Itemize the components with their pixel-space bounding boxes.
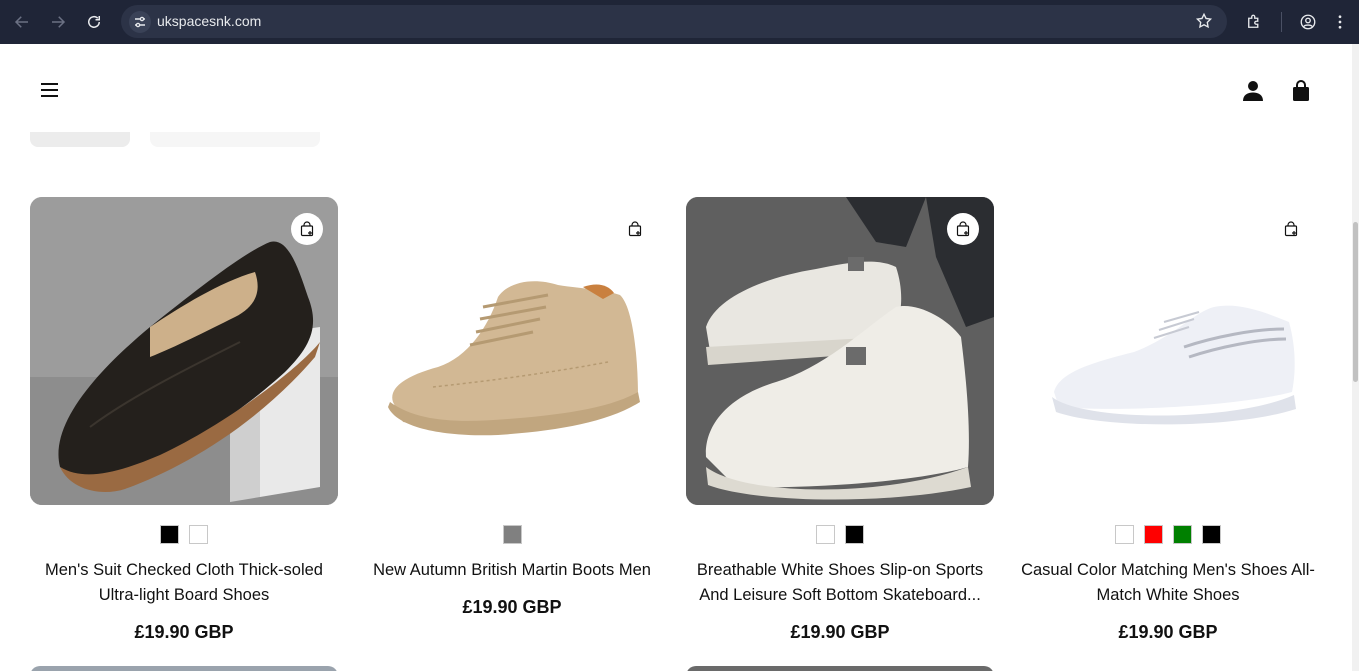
reload-button[interactable] <box>82 10 106 34</box>
kebab-menu-icon <box>1338 15 1342 29</box>
arrow-left-icon <box>14 16 28 28</box>
color-swatches <box>1014 525 1322 544</box>
product-card[interactable]: Breathable White Shoes Slip-on Sports An… <box>686 197 994 643</box>
swatch-black[interactable] <box>160 525 179 544</box>
product-image[interactable] <box>358 197 666 505</box>
product-image[interactable] <box>1014 197 1322 505</box>
product-title[interactable]: Breathable White Shoes Slip-on Sports An… <box>686 558 994 608</box>
bookmark-star-icon[interactable] <box>1195 12 1213 35</box>
product-image[interactable] <box>30 197 338 505</box>
scrollbar-thumb[interactable] <box>1353 222 1358 382</box>
beige-boot-image <box>388 281 640 436</box>
product-title[interactable]: Men's Suit Checked Cloth Thick-soled Ult… <box>30 558 338 608</box>
arrow-right-icon <box>52 16 66 28</box>
hamburger-line <box>41 89 58 91</box>
swatch-red[interactable] <box>1144 525 1163 544</box>
product-price: £19.90 GBP <box>134 622 234 642</box>
swatch-white[interactable] <box>189 525 208 544</box>
hamburger-icon <box>41 83 58 85</box>
puzzle-icon <box>1248 14 1259 28</box>
url-text[interactable]: ukspacesnk.com <box>157 13 261 29</box>
swatch-gray[interactable] <box>502 525 522 544</box>
bag-plus-icon <box>956 221 970 237</box>
color-swatches <box>30 525 338 544</box>
chrome-menu-button[interactable] <box>1328 10 1352 34</box>
product-card[interactable]: Men's Suit Checked Cloth Thick-soled Ult… <box>30 197 338 643</box>
product-image-next[interactable] <box>686 666 994 671</box>
quick-add-button[interactable] <box>619 213 651 245</box>
hamburger-menu-button[interactable] <box>38 80 62 102</box>
product-card[interactable]: Casual Color Matching Men's Shoes All-Ma… <box>1014 197 1322 643</box>
reload-icon <box>88 15 100 28</box>
cart-button[interactable] <box>1288 78 1314 104</box>
color-swatches <box>358 525 666 544</box>
black-sneaker-image <box>30 197 338 505</box>
swatch-white[interactable] <box>816 525 835 544</box>
store-page: Men's Suit Checked Cloth Thick-soled Ult… <box>0 44 1352 671</box>
sort-button[interactable] <box>150 132 320 147</box>
quick-add-button[interactable] <box>947 213 979 245</box>
user-icon <box>1243 81 1263 101</box>
forward-button[interactable] <box>46 10 70 34</box>
product-card[interactable]: New Autumn British Martin Boots Men £19.… <box>358 197 666 618</box>
swatch-black[interactable] <box>845 525 864 544</box>
profile-button[interactable] <box>1296 10 1320 34</box>
address-bar[interactable]: ukspacesnk.com <box>121 5 1227 38</box>
quick-add-button[interactable] <box>1275 213 1307 245</box>
swatch-white[interactable] <box>1115 525 1134 544</box>
hamburger-line <box>41 95 58 97</box>
back-button[interactable] <box>10 10 34 34</box>
toolbar-divider <box>1281 12 1282 32</box>
product-image[interactable] <box>686 197 994 505</box>
filter-button[interactable] <box>30 132 130 147</box>
product-image-next[interactable] <box>30 666 338 671</box>
product-price: £19.90 GBP <box>1118 622 1218 642</box>
product-title[interactable]: Casual Color Matching Men's Shoes All-Ma… <box>1014 558 1322 608</box>
color-swatches <box>686 525 994 544</box>
product-price: £19.90 GBP <box>462 597 562 617</box>
page-scrollbar[interactable] <box>1352 44 1359 671</box>
extensions-button[interactable] <box>1242 10 1266 34</box>
swatch-black[interactable] <box>1202 525 1221 544</box>
quick-add-button[interactable] <box>291 213 323 245</box>
bag-plus-icon <box>300 221 314 237</box>
site-info-icon[interactable] <box>129 11 151 33</box>
product-title[interactable]: New Autumn British Martin Boots Men <box>358 558 666 583</box>
swatch-green[interactable] <box>1173 525 1192 544</box>
shopping-bag-icon <box>1293 80 1309 101</box>
profile-icon <box>1300 14 1316 30</box>
account-button[interactable] <box>1240 78 1266 104</box>
browser-toolbar: ukspacesnk.com <box>0 0 1359 44</box>
white-sneakers-on-feet-image <box>686 197 994 505</box>
bag-plus-icon <box>1284 221 1298 237</box>
bag-plus-icon <box>628 221 642 237</box>
product-price: £19.90 GBP <box>790 622 890 642</box>
white-low-sneaker-image <box>1052 305 1296 425</box>
